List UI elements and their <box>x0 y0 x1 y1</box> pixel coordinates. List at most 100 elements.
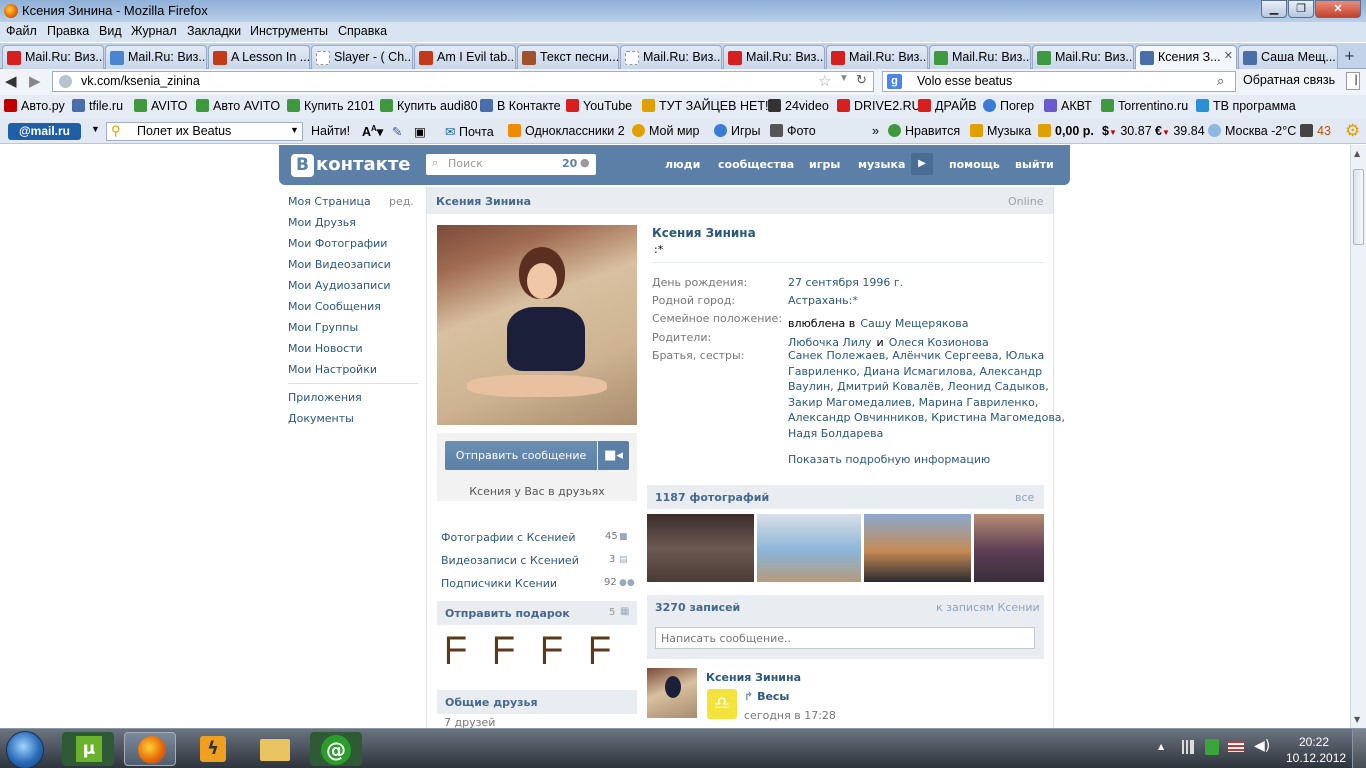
taskbar-utorrent[interactable]: µ <box>62 732 114 766</box>
tab[interactable]: Slayer - ( Ch... <box>311 45 413 69</box>
bookmark-item[interactable]: Купить 2101 <box>287 99 375 113</box>
left-menu-my-page[interactable]: Моя Страница <box>288 195 371 208</box>
search-bar[interactable]: g Volo esse beatus ⌕ <box>882 71 1236 92</box>
photos-header[interactable]: 1187 фотографий все <box>647 485 1044 509</box>
tab[interactable]: Саша Мещ... <box>1238 45 1338 69</box>
screenshot-icon[interactable]: ▣ <box>414 124 426 139</box>
weather-item[interactable]: Москва -2°C <box>1208 124 1296 138</box>
tab-active[interactable]: Ксения З... ✕ <box>1135 45 1237 70</box>
signal-icon[interactable] <box>1180 740 1194 754</box>
left-menu-documents[interactable]: Документы <box>288 412 354 425</box>
tab[interactable]: Mail.Ru: Виз... <box>723 45 825 69</box>
libra-sign-icon[interactable]: ♎ <box>707 689 737 719</box>
gift-ribbon-icon[interactable]: ᖴ <box>493 631 516 671</box>
eur-rate[interactable]: €▼ 39.84 <box>1155 124 1205 138</box>
tab[interactable]: A Lesson In ... <box>208 45 310 69</box>
partner-link[interactable]: Сашу Мещерякова <box>860 317 968 330</box>
bookmark-item[interactable]: DRIVE2.RU <box>837 99 921 113</box>
bookmark-star-icon[interactable]: ☆ <box>818 72 831 90</box>
edit-link[interactable]: ред. <box>389 195 414 208</box>
taskbar-firefox[interactable] <box>124 732 176 766</box>
side-link-followers[interactable]: Подписчики Ксении <box>441 577 557 590</box>
page-scrollbar[interactable]: ▲ ▼ <box>1350 145 1366 728</box>
siblings-line[interactable]: Надя Болдарева <box>788 427 883 440</box>
vk-logo[interactable]: Вконтакте <box>291 154 410 177</box>
bookmark-item[interactable]: В Контакте <box>480 99 561 113</box>
show-more-info-link[interactable]: Показать подробную информацию <box>788 453 990 466</box>
bookmark-item[interactable]: Torrentino.ru <box>1101 99 1188 113</box>
vk-nav-people[interactable]: люди <box>665 158 700 171</box>
start-button-icon[interactable] <box>6 731 44 768</box>
taskbar-winamp[interactable]: ϟ <box>186 732 238 766</box>
close-window-button[interactable]: ✕ <box>1315 0 1361 18</box>
wall-post-input[interactable]: Написать сообщение.. <box>655 627 1035 649</box>
tab[interactable]: Mail.Ru: Виз... <box>2 45 104 69</box>
tab[interactable]: Mail.Ru: Виз... <box>620 45 722 69</box>
left-menu-photos[interactable]: Мои Фотографии <box>288 237 387 250</box>
left-menu-settings[interactable]: Мои Настройки <box>288 363 377 376</box>
video-call-icon[interactable]: ■◂ <box>598 441 629 470</box>
menu-help[interactable]: Справка <box>338 24 387 38</box>
games-item[interactable]: Игры <box>714 124 760 138</box>
taskbar-explorer[interactable] <box>248 732 300 766</box>
volume-icon[interactable]: ◀) <box>1254 738 1270 754</box>
clock-time[interactable]: 20:22 <box>1299 735 1329 749</box>
forward-icon[interactable]: ▶ <box>29 72 41 90</box>
url-bar[interactable]: vk.com/ksenia_zinina ☆ ▼ ↻ <box>52 71 874 92</box>
bookmark-item[interactable]: ТУТ ЗАЙЦЕВ НЕТ! <box>642 99 768 113</box>
photo-item[interactable]: Фото <box>770 124 816 138</box>
font-size-icon[interactable]: AA▾ <box>362 124 383 139</box>
scroll-down-icon[interactable]: ▼ <box>1354 715 1360 724</box>
vk-nav-music[interactable]: музыка <box>858 158 905 171</box>
vk-nav-communities[interactable]: сообщества <box>718 158 794 171</box>
tab[interactable]: Am I Evil tab... <box>414 45 516 69</box>
photos-all-link[interactable]: все <box>1015 491 1034 504</box>
profile-status[interactable]: :* <box>654 243 663 256</box>
tab[interactable]: Mail.Ru: Виз... <box>105 45 207 69</box>
show-desktop-button[interactable] <box>1352 729 1366 768</box>
post-author-name[interactable]: Ксения Зинина <box>706 671 801 684</box>
bookmark-item[interactable]: 24video <box>768 99 829 113</box>
tab[interactable]: Текст песни... <box>517 45 619 69</box>
left-menu-news[interactable]: Мои Новости <box>288 342 363 355</box>
highlight-icon[interactable]: ✎ <box>392 124 402 139</box>
overflow-chevron-icon[interactable]: » <box>872 124 879 138</box>
back-icon[interactable]: ◀ <box>5 72 17 90</box>
siblings-line[interactable]: Гавриленко, Диана Исмагилова, Александр <box>788 365 1042 378</box>
mailru-menu-icon[interactable]: ▼ <box>91 124 100 134</box>
tab[interactable]: Mail.Ru: Виз... <box>929 45 1031 69</box>
parent-link[interactable]: Олеся Козионова <box>889 336 989 349</box>
menu-view[interactable]: Вид <box>99 24 122 38</box>
tab[interactable]: Mail.Ru: Виз... <box>1032 45 1134 69</box>
gift-ribbon-icon[interactable]: ᖴ <box>541 631 564 671</box>
bookmark-item[interactable]: AVITO <box>134 99 187 113</box>
odnoklassniki-item[interactable]: Одноклассники 2 <box>508 124 625 138</box>
mail-item[interactable]: ✉ Почта <box>445 124 494 139</box>
maximize-button[interactable]: ❐ <box>1288 0 1314 18</box>
hometown-value[interactable]: Астрахань:* <box>788 294 858 307</box>
siblings-line[interactable]: Санек Полежаев, Алёнчик Сергеева, Юлька <box>788 349 1044 362</box>
taskbar-mailru-agent[interactable]: @ <box>310 732 362 766</box>
reload-icon[interactable]: ↻ <box>856 72 867 88</box>
tray-expand-icon[interactable]: ▲ <box>1158 742 1164 751</box>
scrollbar-thumb[interactable] <box>1353 169 1364 245</box>
tab[interactable]: Mail.Ru: Виз... <box>826 45 928 69</box>
tab-close-icon[interactable]: ✕ <box>1224 49 1233 62</box>
mutual-friends-header[interactable]: Общие друзья <box>437 690 637 714</box>
vk-nav-games[interactable]: игры <box>809 158 840 171</box>
vk-search-input[interactable]: ⌕ Поиск 20 ● <box>426 154 596 175</box>
clock-date[interactable]: 10.12.2012 <box>1286 751 1346 765</box>
url-dropdown-icon[interactable]: ▼ <box>839 73 849 84</box>
like-item[interactable]: Нравится <box>888 124 960 138</box>
usd-rate[interactable]: $▼ 30.87 <box>1102 124 1152 138</box>
music-item[interactable]: Музыка <box>970 124 1031 138</box>
minimize-button[interactable]: ▁ <box>1261 0 1287 18</box>
gift-ribbon-icon[interactable]: ᖴ <box>589 631 612 671</box>
photo-thumbnail[interactable] <box>864 514 971 582</box>
scroll-up-icon[interactable]: ▲ <box>1354 149 1360 158</box>
feedback-link[interactable]: Обратная связь <box>1243 73 1335 87</box>
left-menu-friends[interactable]: Мои Друзья <box>288 216 356 229</box>
menu-file[interactable]: Файл <box>6 24 37 38</box>
vk-nav-logout[interactable]: выйти <box>1015 158 1054 171</box>
parent-link[interactable]: Любочка Лилу <box>788 336 871 349</box>
